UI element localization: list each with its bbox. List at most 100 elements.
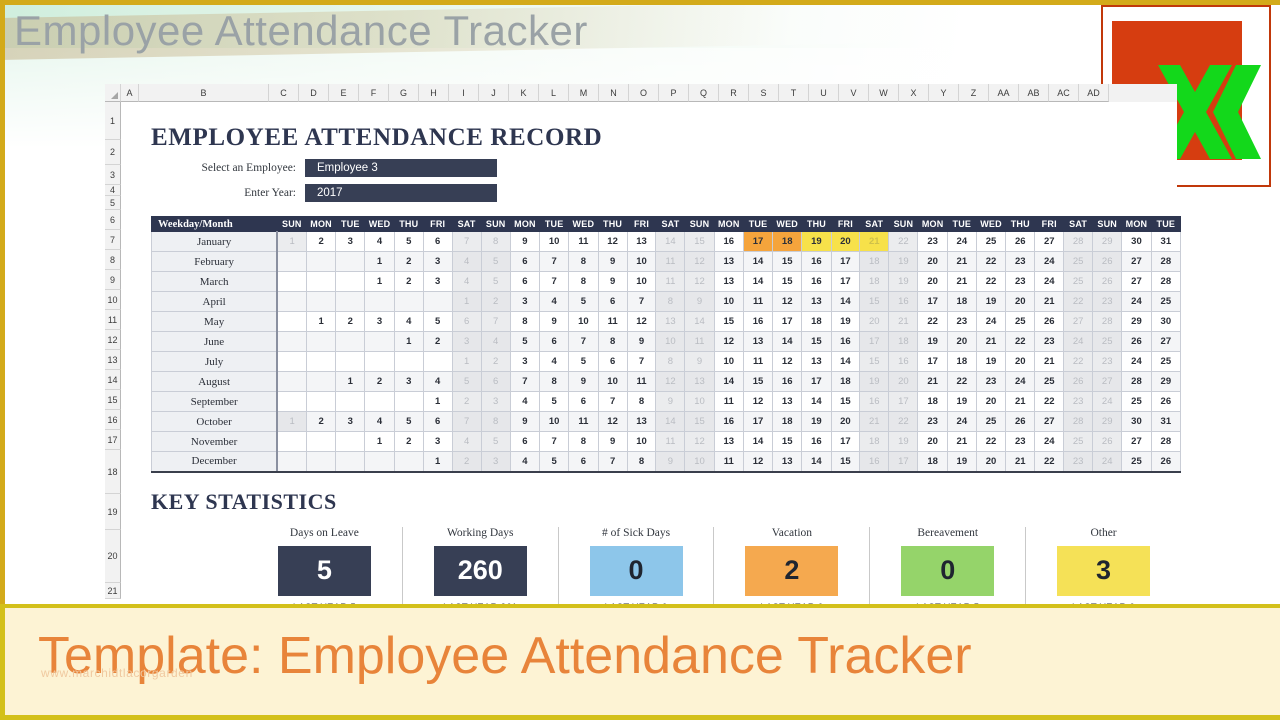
row-header-3[interactable]: 3: [105, 165, 121, 185]
calendar-empty-cell[interactable]: [393, 391, 424, 412]
row-header-7[interactable]: 7: [105, 230, 121, 250]
calendar-day-cell[interactable]: 1: [451, 351, 482, 372]
calendar-day-cell[interactable]: 23: [1005, 271, 1036, 292]
calendar-day-cell[interactable]: 5: [568, 291, 599, 312]
calendar-empty-cell[interactable]: [335, 331, 366, 352]
column-header-b[interactable]: B: [139, 84, 269, 102]
calendar-empty-cell[interactable]: [422, 291, 453, 312]
column-header-o[interactable]: O: [629, 84, 659, 102]
calendar-day-cell[interactable]: 14: [713, 371, 744, 392]
calendar-day-cell[interactable]: 14: [830, 291, 861, 312]
calendar-day-cell[interactable]: 4: [509, 451, 541, 473]
calendar-day-cell[interactable]: 4: [509, 391, 541, 412]
calendar-day-cell[interactable]: 21: [1034, 351, 1065, 372]
calendar-day-cell[interactable]: 5: [393, 231, 424, 252]
calendar-day-cell[interactable]: 7: [597, 391, 628, 412]
row-header-13[interactable]: 13: [105, 350, 121, 370]
calendar-day-cell[interactable]: 12: [772, 291, 803, 312]
calendar-day-cell[interactable]: 13: [626, 231, 657, 252]
calendar-day-cell[interactable]: 19: [917, 331, 948, 352]
calendar-day-cell[interactable]: 24: [1034, 251, 1065, 272]
calendar-day-cell[interactable]: 13: [713, 431, 744, 452]
calendar-day-cell[interactable]: 26: [1092, 251, 1123, 272]
calendar-day-cell[interactable]: 16: [801, 271, 832, 292]
calendar-day-cell[interactable]: 8: [480, 231, 511, 252]
column-header-h[interactable]: H: [419, 84, 449, 102]
calendar-empty-cell[interactable]: [305, 431, 337, 452]
calendar-day-cell[interactable]: 29: [1092, 231, 1123, 252]
calendar-day-cell[interactable]: 10: [713, 291, 744, 312]
calendar-empty-cell[interactable]: [276, 271, 307, 292]
calendar-day-cell[interactable]: 18: [917, 391, 948, 412]
calendar-day-cell[interactable]: 3: [480, 391, 511, 412]
calendar-day-cell[interactable]: 29: [1092, 411, 1123, 432]
calendar-day-cell[interactable]: 8: [509, 311, 541, 332]
calendar-empty-cell[interactable]: [305, 351, 337, 372]
calendar-empty-cell[interactable]: [305, 271, 337, 292]
calendar-day-cell[interactable]: 27: [1121, 431, 1152, 452]
row-header-16[interactable]: 16: [105, 410, 121, 430]
calendar-day-cell[interactable]: 12: [713, 331, 744, 352]
calendar-day-cell[interactable]: 18: [830, 371, 861, 392]
calendar-day-cell[interactable]: 6: [509, 251, 541, 272]
column-header-g[interactable]: G: [389, 84, 419, 102]
calendar-empty-cell[interactable]: [276, 251, 307, 272]
calendar-day-cell[interactable]: 11: [713, 451, 744, 473]
calendar-day-cell[interactable]: 2: [335, 311, 366, 332]
column-header-c[interactable]: C: [269, 84, 299, 102]
calendar-day-cell[interactable]: 19: [888, 271, 919, 292]
row-header-14[interactable]: 14: [105, 370, 121, 390]
calendar-day-cell[interactable]: 15: [859, 351, 890, 372]
calendar-day-cell[interactable]: 27: [1063, 311, 1094, 332]
calendar-day-cell[interactable]: 1: [422, 451, 453, 473]
column-header-i[interactable]: I: [449, 84, 479, 102]
calendar-day-cell[interactable]: 17: [859, 331, 890, 352]
calendar-day-cell[interactable]: 23: [917, 411, 948, 432]
column-header-n[interactable]: N: [599, 84, 629, 102]
calendar-day-cell[interactable]: 13: [772, 391, 803, 412]
calendar-day-cell[interactable]: 6: [509, 271, 541, 292]
calendar-day-cell[interactable]: 4: [422, 371, 453, 392]
column-header-t[interactable]: T: [779, 84, 809, 102]
column-header-x[interactable]: X: [899, 84, 929, 102]
column-header-s[interactable]: S: [749, 84, 779, 102]
calendar-day-cell[interactable]: 19: [801, 411, 832, 432]
calendar-day-cell[interactable]: 25: [1150, 351, 1182, 372]
calendar-day-cell[interactable]: 14: [655, 231, 686, 252]
calendar-day-cell[interactable]: 20: [946, 331, 977, 352]
calendar-day-cell[interactable]: 18: [772, 231, 803, 252]
calendar-day-cell[interactable]: 3: [335, 411, 366, 432]
calendar-empty-cell[interactable]: [335, 251, 366, 272]
calendar-day-cell[interactable]: 7: [509, 371, 541, 392]
calendar-day-cell[interactable]: 15: [830, 391, 861, 412]
calendar-day-cell[interactable]: 11: [568, 411, 599, 432]
calendar-day-cell[interactable]: 22: [917, 311, 948, 332]
calendar-day-cell[interactable]: 12: [772, 351, 803, 372]
calendar-day-cell[interactable]: 26: [1034, 311, 1065, 332]
calendar-day-cell[interactable]: 4: [393, 311, 424, 332]
calendar-day-cell[interactable]: 17: [830, 251, 861, 272]
calendar-day-cell[interactable]: 24: [946, 411, 977, 432]
calendar-day-cell[interactable]: 27: [1034, 231, 1065, 252]
column-header-f[interactable]: F: [359, 84, 389, 102]
calendar-day-cell[interactable]: 24: [1121, 351, 1152, 372]
calendar-empty-cell[interactable]: [335, 451, 366, 473]
calendar-day-cell[interactable]: 9: [684, 351, 715, 372]
calendar-day-cell[interactable]: 6: [597, 291, 628, 312]
calendar-day-cell[interactable]: 1: [422, 391, 453, 412]
calendar-day-cell[interactable]: 15: [859, 291, 890, 312]
calendar-day-cell[interactable]: 15: [772, 431, 803, 452]
calendar-empty-cell[interactable]: [335, 351, 366, 372]
calendar-day-cell[interactable]: 16: [742, 311, 774, 332]
calendar-empty-cell[interactable]: [305, 291, 337, 312]
calendar-day-cell[interactable]: 22: [975, 271, 1007, 292]
calendar-day-cell[interactable]: 5: [451, 371, 482, 392]
calendar-day-cell[interactable]: 19: [859, 371, 890, 392]
calendar-day-cell[interactable]: 2: [305, 411, 337, 432]
calendar-day-cell[interactable]: 11: [742, 291, 774, 312]
row-header-1[interactable]: 1: [105, 102, 121, 140]
calendar-day-cell[interactable]: 12: [597, 231, 628, 252]
calendar-day-cell[interactable]: 23: [975, 371, 1007, 392]
calendar-day-cell[interactable]: 16: [859, 391, 890, 412]
calendar-empty-cell[interactable]: [305, 371, 337, 392]
